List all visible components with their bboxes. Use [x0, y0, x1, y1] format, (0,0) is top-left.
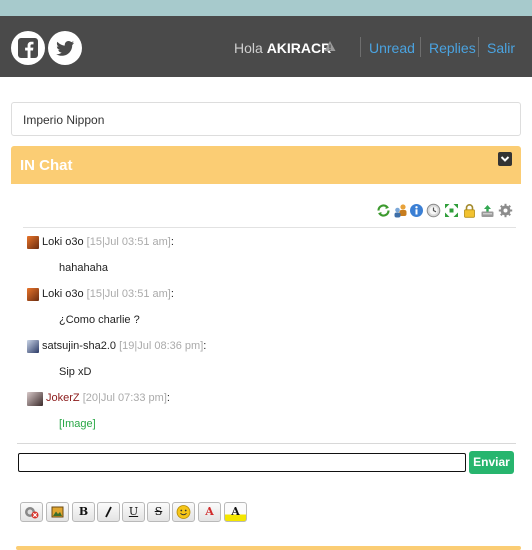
chat-title: IN Chat: [20, 157, 73, 174]
image-link[interactable]: [Image]: [59, 418, 96, 430]
users-icon[interactable]: [393, 203, 408, 218]
forum-name[interactable]: Imperio Nippon: [23, 113, 104, 127]
message-text: ¿Como charlie ?: [59, 314, 140, 326]
twitter-link[interactable]: [48, 31, 82, 65]
archive-icon[interactable]: [480, 203, 495, 218]
facebook-link[interactable]: [11, 31, 45, 65]
emoji-button[interactable]: [172, 502, 195, 522]
avatar[interactable]: [27, 288, 39, 301]
username-label[interactable]: AKIRACR: [267, 40, 332, 56]
history-icon[interactable]: [426, 203, 441, 218]
message-timestamp: [15|Jul 03:51 am]: [86, 288, 171, 300]
message-timestamp: [20|Jul 07:33 pm]: [82, 392, 167, 404]
forum-title-box: Imperio Nippon: [11, 102, 521, 136]
message-username[interactable]: Loki o3o: [42, 288, 84, 300]
greeting-label: Hola: [234, 40, 263, 56]
bold-button[interactable]: B: [72, 502, 95, 522]
input-divider: [17, 443, 516, 444]
avatar[interactable]: [27, 236, 39, 249]
strikethrough-button[interactable]: S: [147, 502, 170, 522]
refresh-icon[interactable]: [376, 203, 391, 218]
font-color-button[interactable]: A: [198, 502, 221, 522]
chat-header: IN Chat: [11, 146, 521, 184]
unread-link[interactable]: Unread: [369, 40, 415, 56]
italic-button[interactable]: [97, 502, 120, 522]
info-icon[interactable]: [409, 203, 424, 218]
message-header: JokerZ [20|Jul 07:33 pm]:: [46, 392, 170, 404]
underline-button[interactable]: U: [122, 502, 145, 522]
message-timestamp: [19|Jul 08:36 pm]: [119, 340, 204, 352]
chat-divider: [23, 227, 516, 228]
message-header: Loki o3o [15|Jul 03:51 am]:: [42, 288, 174, 300]
avatar[interactable]: [27, 340, 39, 353]
image-icon: [51, 506, 64, 518]
message-header: Loki o3o [15|Jul 03:51 am]:: [42, 236, 174, 248]
message-username[interactable]: JokerZ: [46, 392, 80, 404]
settings-icon[interactable]: [498, 203, 513, 218]
smiley-icon: [176, 505, 191, 519]
insert-image-button[interactable]: [46, 502, 69, 522]
highlight-color-button[interactable]: A: [224, 502, 247, 522]
italic-icon: [105, 506, 112, 518]
message-text: hahahaha: [59, 262, 108, 274]
message-username[interactable]: satsujin-sha2.0: [42, 340, 116, 352]
nav-divider: [478, 37, 479, 57]
lock-icon[interactable]: [462, 203, 477, 218]
header-bar: Hola AKIRACR Unread Replies Salir: [0, 16, 532, 77]
replies-link[interactable]: Replies: [429, 40, 476, 56]
collapse-button[interactable]: [498, 152, 512, 166]
message-timestamp: [15|Jul 03:51 am]: [86, 236, 171, 248]
nav-divider: [360, 37, 361, 57]
chat-message-input[interactable]: [18, 453, 466, 472]
message-text: Sip xD: [59, 366, 92, 378]
message-header: satsujin-sha2.0 [19|Jul 08:36 pm]:: [42, 340, 207, 352]
clear-format-button[interactable]: [20, 502, 43, 522]
twitter-icon: [56, 41, 74, 56]
top-banner-strip: [0, 0, 532, 16]
chevron-down-icon: [500, 156, 510, 162]
warning-icon[interactable]: [324, 40, 336, 52]
expand-icon[interactable]: [444, 203, 459, 218]
avatar[interactable]: [27, 392, 43, 406]
nav-divider: [420, 37, 421, 57]
send-button[interactable]: Enviar: [469, 451, 514, 474]
facebook-icon: [18, 38, 38, 58]
bottom-border: [16, 546, 521, 550]
clear-format-icon: [25, 507, 39, 519]
message-username[interactable]: Loki o3o: [42, 236, 84, 248]
user-greeting: Hola AKIRACR: [234, 40, 331, 56]
logout-link[interactable]: Salir: [487, 40, 515, 56]
